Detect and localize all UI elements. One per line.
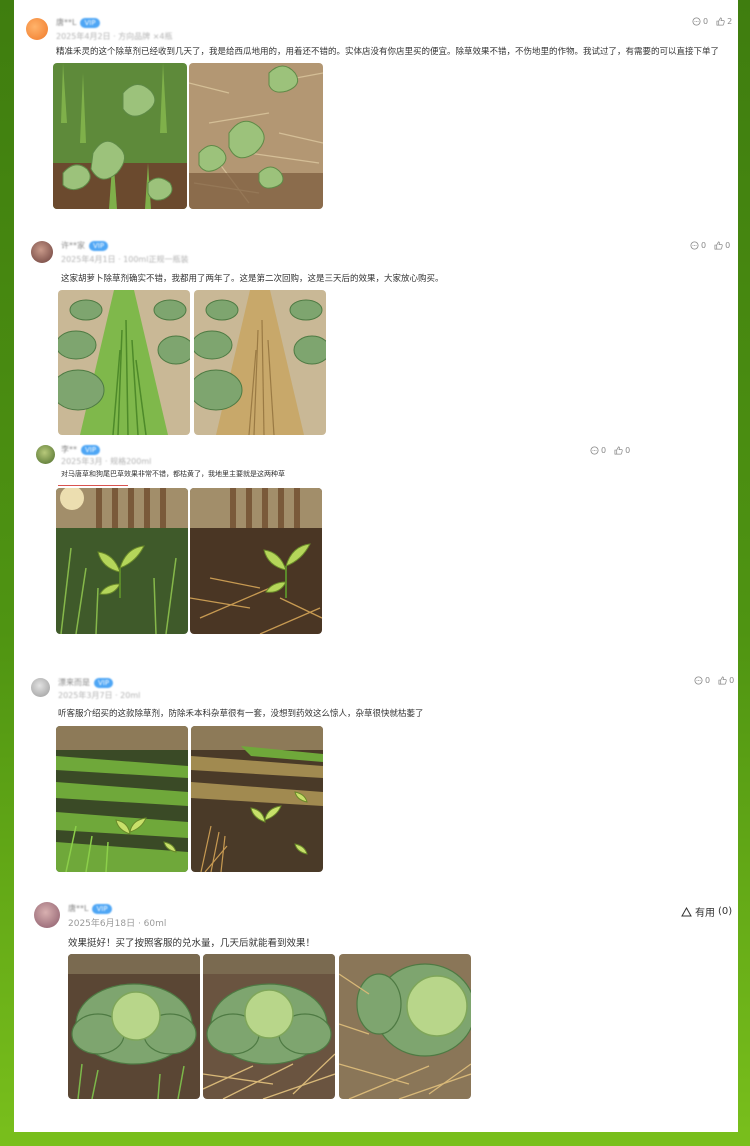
cabbage-row-after-photo[interactable] [194,290,326,435]
like-button[interactable]: 0 [614,446,630,455]
comment-count: 0 [705,676,711,685]
comment-icon [690,241,699,250]
cabbage-straw-photo[interactable] [203,954,335,1099]
watermelon-weedy-photo[interactable] [53,63,187,209]
vip-badge: VIP [94,678,114,688]
seedling-weedy-photo[interactable] [56,488,188,634]
useful-button[interactable]: 有用 (0) [681,904,732,919]
review-text: 精准禾灵的这个除草剂已经收到几天了，我是给西瓜地用的，用着还不错的。实体店没有你… [56,47,720,57]
thumbs-up-icon [716,17,725,26]
watermelon-weeded-photo[interactable] [189,63,323,209]
username[interactable]: 唐**L VIP [68,903,112,914]
review-actions: 0 2 [692,17,732,26]
review-panel: 唐**L VIP 2025年4月2日 · 方向品牌 ×4瓶 0 2 精准禾灵的这个… [14,0,738,1132]
comment-count: 0 [601,446,607,455]
comment-icon [692,17,701,26]
avatar[interactable] [36,445,55,464]
review-meta: 2025年3月7日 · 20ml [58,691,141,700]
thumbs-up-icon [714,241,723,250]
triangle-icon [681,906,692,916]
review-text: 对马唐草和狗尾巴草效果非常不错，都枯黄了，我地里主要就是这两种草 [61,470,285,478]
review-meta: 2025年4月2日 · 方向品牌 ×4瓶 [56,32,173,41]
review-actions: 0 0 [590,446,630,455]
vip-badge: VIP [80,18,100,28]
comment-button[interactable]: 0 [590,446,606,455]
review-meta: 2025年3月 · 规格200ml [61,457,152,466]
like-count: 0 [725,241,731,250]
review-meta: 2025年6月18日 · 60ml [68,919,167,929]
cabbage-mulch-photo[interactable] [339,954,471,1099]
field-rows-after-photo[interactable] [191,726,323,872]
divider [58,485,128,486]
avatar[interactable] [34,902,60,928]
username[interactable]: 漂来而是 VIP [58,677,114,688]
username[interactable]: 李** VIP [61,444,101,455]
comment-icon [694,676,703,685]
like-count: 0 [729,676,735,685]
avatar[interactable] [26,18,48,40]
comment-icon [590,446,599,455]
avatar[interactable] [31,241,53,263]
comment-button[interactable]: 0 [690,241,706,250]
vip-badge: VIP [92,904,112,914]
review-text: 这家胡萝卜除草剂确实不错，我都用了两年了。这是第二次回购，这是三天后的效果，大家… [61,274,444,284]
comment-count: 0 [701,241,707,250]
like-count: 0 [625,446,631,455]
useful-count: (0) [718,906,733,917]
useful-label: 有用 [695,908,715,919]
comment-count: 0 [703,17,709,26]
like-button[interactable]: 0 [718,676,734,685]
comment-button[interactable]: 0 [692,17,708,26]
seedling-dried-weeds-photo[interactable] [190,488,322,634]
vip-badge: VIP [81,445,101,455]
thumbs-up-icon [614,446,623,455]
username[interactable]: 许**家 VIP [61,240,109,251]
vip-badge: VIP [89,241,109,251]
avatar[interactable] [31,678,50,697]
like-count: 2 [727,17,733,26]
review-actions: 0 0 [694,676,734,685]
username[interactable]: 唐**L VIP [56,17,100,28]
cabbage-row-before-photo[interactable] [58,290,190,435]
like-button[interactable]: 0 [714,241,730,250]
review-text: 听客服介绍买的这款除草剂，防除禾本科杂草很有一套，没想到药效这么惊人，杂草很快就… [58,709,424,719]
comment-button[interactable]: 0 [694,676,710,685]
field-rows-before-photo[interactable] [56,726,188,872]
like-button[interactable]: 2 [716,17,732,26]
review-meta: 2025年4月1日 · 100ml正规一瓶装 [61,255,189,264]
thumbs-up-icon [718,676,727,685]
cabbage-grass-photo[interactable] [68,954,200,1099]
review-actions: 0 0 [690,241,730,250]
review-text: 效果挺好！买了按照客服的兑水量，几天后就能看到效果！ [68,938,316,949]
